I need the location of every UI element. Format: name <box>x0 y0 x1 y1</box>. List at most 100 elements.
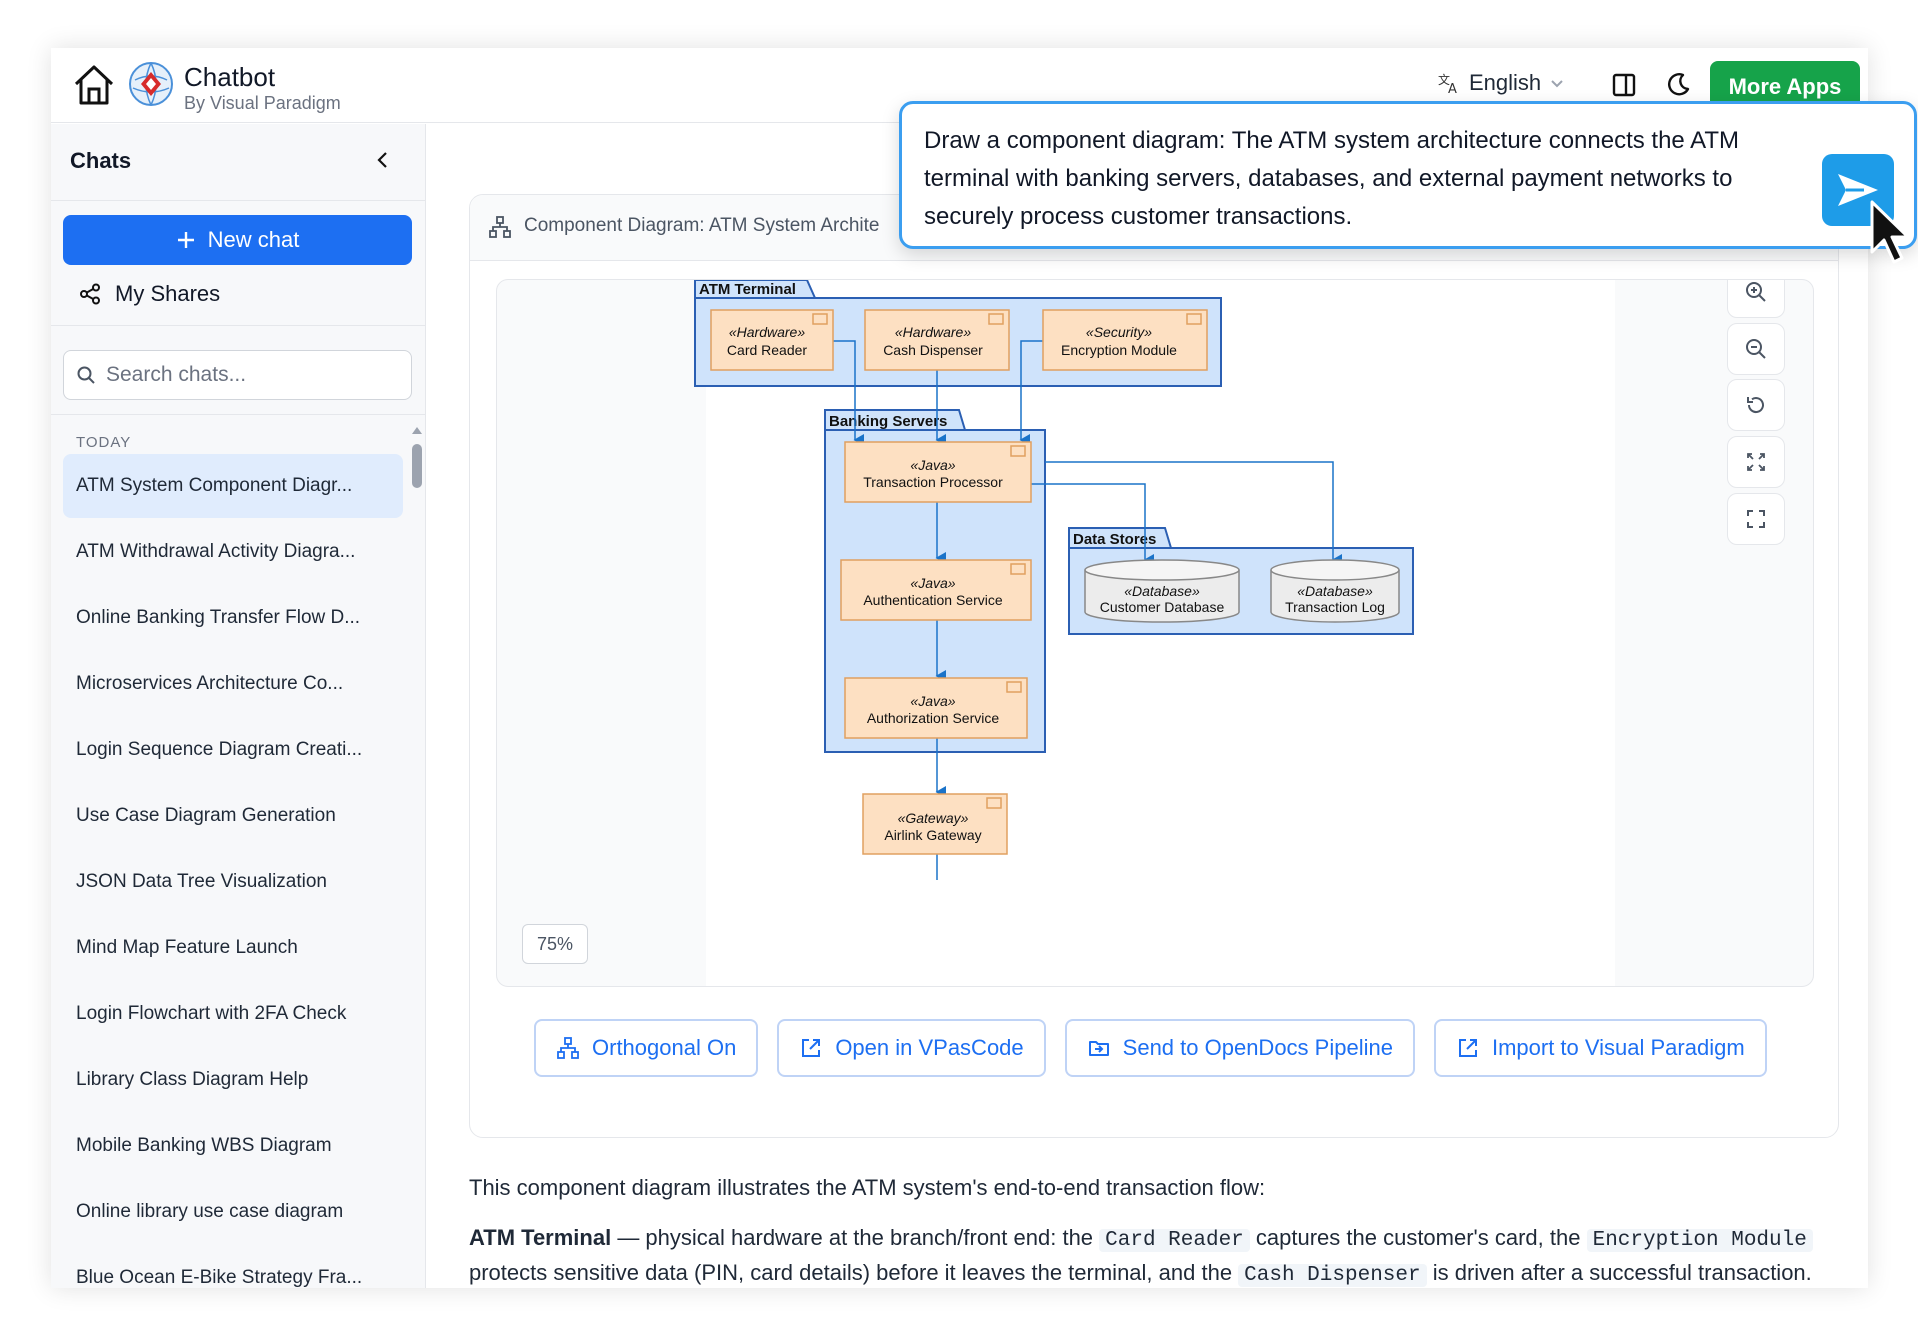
component-stereotype: «Gateway» <box>898 810 969 826</box>
atm-heading: ATM Terminal <box>469 1225 612 1250</box>
component-transaction-processor[interactable]: «Java» Transaction Processor <box>844 441 1032 503</box>
import-visual-paradigm-button[interactable]: Import to Visual Paradigm <box>1433 1019 1767 1077</box>
package-label: Data Stores <box>1073 531 1156 548</box>
database-transaction-log[interactable]: «Database» Transaction Log <box>1270 559 1400 623</box>
component-stereotype: «Security» <box>1086 324 1152 340</box>
open-vpascode-button[interactable]: Open in VPasCode <box>777 1019 1046 1077</box>
chat-item[interactable]: Login Sequence Diagram Creati... <box>63 718 403 782</box>
new-chat-button[interactable]: New chat <box>63 215 412 265</box>
search-input[interactable] <box>106 363 386 387</box>
zoom-out-icon <box>1746 339 1766 359</box>
sidebar-divider <box>51 414 426 415</box>
language-selector[interactable]: 文 A English <box>1437 70 1565 96</box>
component-airlink-gateway[interactable]: «Gateway» Airlink Gateway <box>862 793 1008 855</box>
search-icon <box>77 366 95 384</box>
component-name: Encryption Module <box>1061 342 1177 358</box>
external-link-icon <box>1458 1039 1477 1057</box>
component-stereotype: «Java» <box>910 693 955 709</box>
chat-item[interactable]: Microservices Architecture Co... <box>63 652 403 716</box>
component-stereotype: «Database» <box>1297 583 1373 599</box>
component-name: Airlink Gateway <box>884 827 981 843</box>
my-shares-link[interactable]: My Shares <box>79 281 220 307</box>
text-span: protects sensitive data (PIN, card detai… <box>469 1260 1239 1285</box>
component-stereotype: «Hardware» <box>729 324 805 340</box>
diagram-icon <box>489 216 511 238</box>
fit-to-screen-icon <box>1747 453 1765 471</box>
orthogonal-toggle-button[interactable]: Orthogonal On <box>534 1019 759 1077</box>
scroll-up-arrow-icon[interactable] <box>412 427 422 434</box>
search-box[interactable] <box>63 350 412 400</box>
send-opendocs-label: Send to OpenDocs Pipeline <box>1122 1035 1393 1060</box>
component-name: Transaction Processor <box>863 474 1003 490</box>
fullscreen-icon <box>1747 510 1765 528</box>
chat-item[interactable]: Use Case Diagram Generation <box>63 784 403 848</box>
text-span: is driven after a successful transaction… <box>1426 1260 1812 1285</box>
home-icon[interactable] <box>72 62 116 108</box>
chat-item[interactable]: Login Flowchart with 2FA Check <box>63 982 403 1046</box>
zoom-in-icon <box>1746 282 1766 302</box>
description-atm-paragraph: ATM Terminal — physical hardware at the … <box>469 1222 1849 1288</box>
diagram-canvas[interactable]: ATM Terminal Banking Servers Data Stores… <box>496 279 1814 987</box>
diagram-title: Component Diagram: ATM System Archite <box>524 215 880 236</box>
component-name: Customer Database <box>1100 599 1225 615</box>
chevron-left-icon[interactable] <box>371 148 395 172</box>
component-stereotype: «Java» <box>910 575 955 591</box>
main-content: Component Diagram: ATM System Archite AT… <box>427 124 1868 1288</box>
mouse-cursor-icon <box>1870 200 1910 264</box>
component-stereotype: «Java» <box>910 457 955 473</box>
chat-item[interactable]: JSON Data Tree Visualization <box>63 850 403 914</box>
chat-item[interactable]: Online library use case diagram <box>63 1180 403 1244</box>
component-name: Cash Dispenser <box>883 342 983 358</box>
reset-view-button[interactable] <box>1727 379 1785 431</box>
chat-item[interactable]: ATM Withdrawal Activity Diagra... <box>63 520 403 584</box>
code-encryption: Encryption Module <box>1586 1229 1813 1252</box>
chat-item[interactable]: Blue Ocean E-Bike Strategy Fra... <box>63 1246 403 1288</box>
language-label: English <box>1469 70 1542 95</box>
fit-view-button[interactable] <box>1727 436 1785 488</box>
chat-item[interactable]: Online Banking Transfer Flow D... <box>63 586 403 650</box>
dark-mode-icon[interactable] <box>1663 70 1693 100</box>
brand-title: Chatbot <box>184 62 276 92</box>
component-diagram: ATM Terminal Banking Servers Data Stores… <box>694 280 1414 880</box>
database-customer[interactable]: «Database» Customer Database <box>1084 559 1240 623</box>
description-intro: This component diagram illustrates the A… <box>469 1175 1266 1200</box>
code-card-reader: Card Reader <box>1099 1229 1250 1252</box>
zoom-in-button[interactable] <box>1727 280 1785 318</box>
import-vp-label: Import to Visual Paradigm <box>1491 1035 1745 1060</box>
hierarchy-icon <box>557 1037 579 1059</box>
component-card-reader[interactable]: «Hardware» Card Reader <box>710 309 834 371</box>
sidebar: Chats New chat My Shares Search chats...… <box>51 124 426 1288</box>
text-span: — physical hardware at the branch/front … <box>611 1225 1100 1250</box>
share-icon <box>80 283 100 305</box>
zoom-out-button[interactable] <box>1727 323 1785 375</box>
component-encryption-module[interactable]: «Security» Encryption Module <box>1042 309 1208 371</box>
prompt-text[interactable]: Draw a component diagram: The ATM system… <box>924 122 1804 236</box>
text-span: captures the customer's card, the <box>1249 1225 1587 1250</box>
reset-icon <box>1747 397 1764 414</box>
chevron-down-icon <box>1551 80 1563 88</box>
send-opendocs-button[interactable]: Send to OpenDocs Pipeline <box>1064 1019 1415 1077</box>
diagram-card: Component Diagram: ATM System Archite AT… <box>469 194 1839 1138</box>
chat-item[interactable]: Mind Map Feature Launch <box>63 916 403 980</box>
component-authentication-service[interactable]: «Java» Authentication Service <box>840 559 1032 621</box>
chat-item[interactable]: Library Class Diagram Help <box>63 1048 403 1112</box>
zoom-level-indicator: 75% <box>522 924 588 964</box>
component-stereotype: «Database» <box>1124 583 1200 599</box>
sidebar-divider <box>51 200 426 201</box>
component-authorization-service[interactable]: «Java» Authorization Service <box>844 677 1028 739</box>
chat-list: ATM System Component Diagr... ATM Withdr… <box>63 454 403 1288</box>
package-label: Banking Servers <box>829 413 947 430</box>
component-name: Card Reader <box>727 342 807 358</box>
component-name: Transaction Log <box>1285 599 1385 615</box>
code-cash-dispenser: Cash Dispenser <box>1238 1264 1427 1287</box>
component-name: Authorization Service <box>867 710 1000 726</box>
split-view-icon[interactable] <box>1609 70 1639 100</box>
component-cash-dispenser[interactable]: «Hardware» Cash Dispenser <box>864 309 1010 371</box>
chat-item[interactable]: Mobile Banking WBS Diagram <box>63 1114 403 1178</box>
prompt-input-box[interactable]: Draw a component diagram: The ATM system… <box>899 101 1917 249</box>
fullscreen-button[interactable] <box>1727 493 1785 545</box>
sidebar-scrollbar[interactable] <box>412 444 422 488</box>
sidebar-title: Chats <box>70 148 132 173</box>
component-name: Authentication Service <box>863 592 1003 608</box>
chat-item-active[interactable]: ATM System Component Diagr... <box>63 454 403 518</box>
